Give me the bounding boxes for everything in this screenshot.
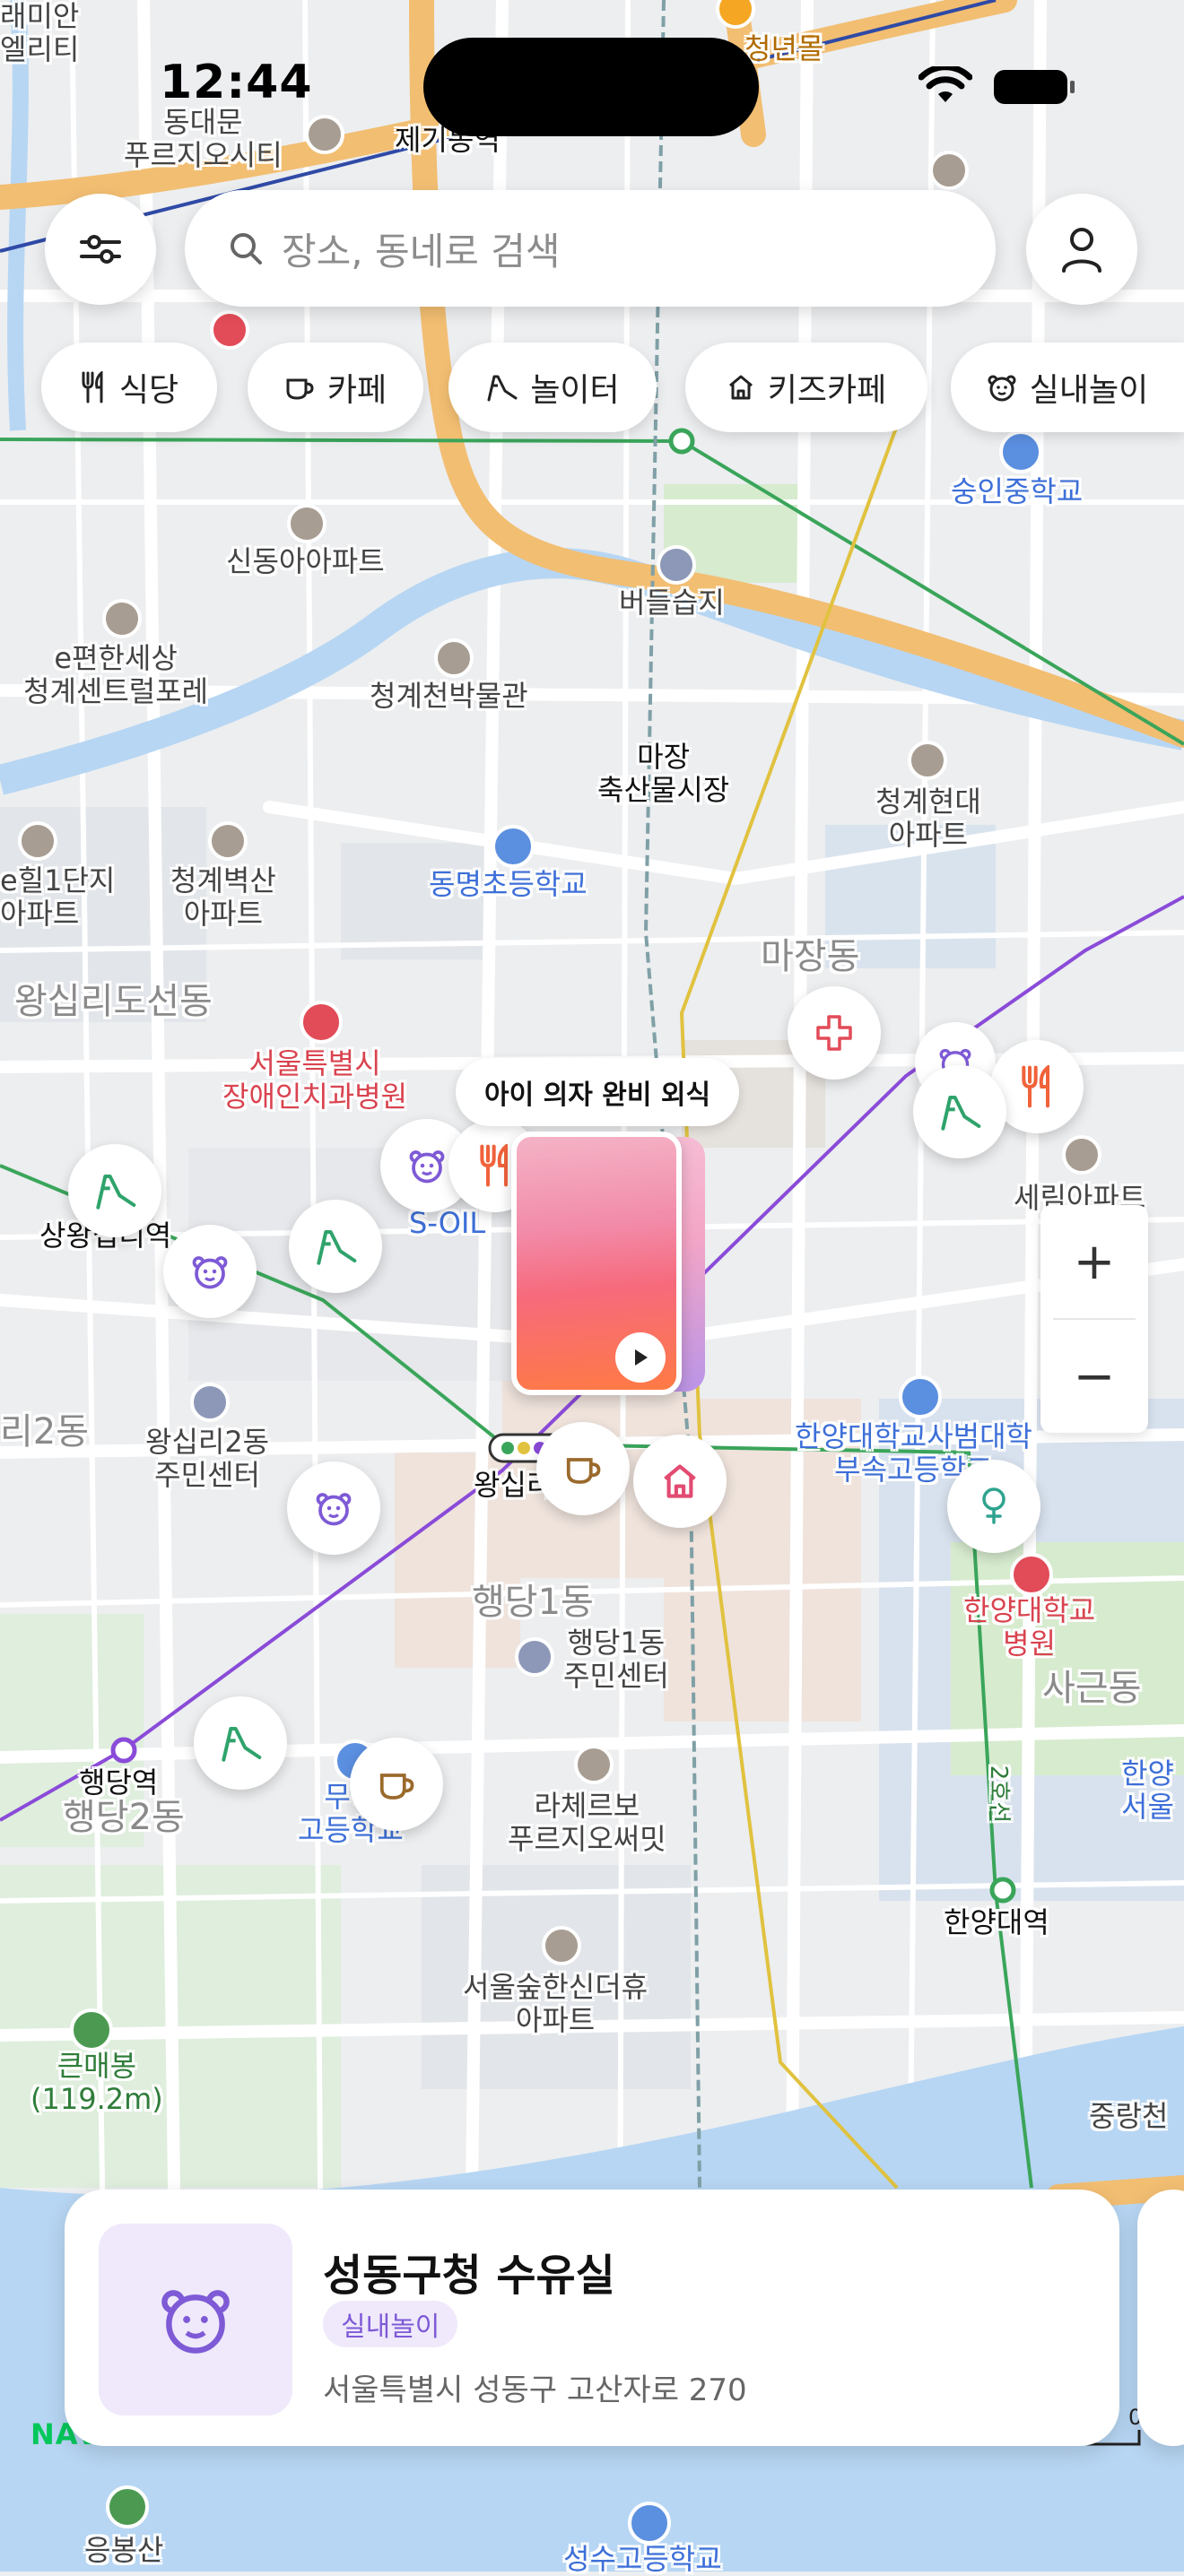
map-label: 숭인중학교	[951, 474, 1084, 508]
video-card-front[interactable]	[511, 1132, 682, 1395]
map-marker-nursing-room[interactable]	[947, 1460, 1040, 1553]
house-icon	[728, 375, 753, 400]
map-label: 청계천박물관	[370, 679, 528, 713]
map-label: 행당역	[79, 1765, 159, 1800]
map-label: e편한세상 청계센트럴포레	[23, 641, 209, 708]
map-marker-cafe[interactable]	[536, 1422, 630, 1515]
slide-icon	[941, 1096, 981, 1131]
map-marker-playground[interactable]	[194, 1696, 287, 1790]
map-marker-indoor[interactable]	[287, 1461, 380, 1555]
coffee-cup-icon	[566, 1458, 601, 1484]
search-icon	[231, 233, 262, 265]
map-label: e힐1단지 아파트	[0, 863, 116, 931]
status-time: 12:44	[160, 56, 313, 109]
place-thumbnail	[99, 2224, 292, 2416]
featured-tooltip: 아이 의자 완비 외식	[456, 1058, 740, 1126]
map-marker-kidscafe[interactable]	[633, 1435, 727, 1528]
map-label: 버들습지	[619, 585, 725, 620]
map-label: 중랑천	[1089, 2099, 1169, 2133]
map-label: 서울숲한신더휴 아파트	[463, 1970, 649, 2037]
dynamic-island	[423, 38, 759, 136]
map-label: 마장동	[761, 936, 860, 977]
zoom-controls: + −	[1040, 1205, 1148, 1433]
map-label: 한양대역	[944, 1905, 1049, 1939]
slide-icon	[487, 375, 518, 402]
map-label: 왕십리2동 주민센터	[145, 1425, 270, 1492]
chip-label: 식당	[118, 372, 179, 409]
category-badge: 실내놀이	[323, 2301, 458, 2347]
chip-indoor[interactable]: 실내놀이	[951, 343, 1184, 432]
slide-icon	[96, 1175, 136, 1210]
map-label: 사근동	[1042, 1668, 1142, 1709]
map-label: 청계현대 아파트	[875, 785, 981, 852]
map-label: 행당1동	[472, 1582, 594, 1623]
map-label: 성수고등학교	[563, 2542, 722, 2576]
map-label: 라체르보 푸르지오써밋	[508, 1789, 666, 1856]
map-label: 동명초등학교	[429, 867, 588, 901]
bear-icon	[988, 375, 1016, 402]
fork-knife-icon	[1022, 1065, 1049, 1108]
search-placeholder: 장소, 동네로 검색	[282, 229, 561, 273]
chip-cafe[interactable]: 카페	[248, 343, 423, 432]
slide-icon	[222, 1727, 262, 1762]
chip-label: 놀이터	[530, 372, 620, 409]
search-input[interactable]: 장소, 동네로 검색	[185, 190, 996, 307]
place-address: 서울특별시 성동구 고산자로 270	[323, 2372, 747, 2408]
map-label: 신동아아파트	[226, 544, 385, 578]
map-label: 서울특별시 장애인치과병원	[222, 1046, 408, 1114]
map-label: 마장 축산물시장	[597, 740, 730, 807]
map-marker-indoor[interactable]	[163, 1225, 257, 1318]
chip-label: 키즈카페	[767, 372, 887, 409]
map-label: 행당1동 주민센터	[563, 1626, 669, 1693]
filter-settings-button[interactable]	[45, 194, 156, 305]
wifi-icon	[918, 66, 972, 102]
status-bar: 12:44	[0, 0, 1184, 170]
bear-icon	[409, 1150, 445, 1184]
chip-label: 카페	[326, 372, 387, 409]
map-marker-playground[interactable]	[289, 1200, 382, 1293]
bear-icon	[192, 1256, 228, 1289]
featured-video-card[interactable]	[511, 1132, 712, 1397]
chip-kidscafe[interactable]: 키즈카페	[685, 343, 927, 432]
chip-playground[interactable]: 놀이터	[448, 343, 657, 432]
place-card[interactable]: 성동구청 수유실 실내놀이 서울특별시 성동구 고산자로 270	[65, 2190, 1119, 2446]
map-label: 왕십리도선동	[14, 981, 213, 1022]
coffee-cup-icon	[286, 378, 314, 400]
map-marker-cafe[interactable]	[350, 1738, 443, 1831]
bear-icon	[161, 2290, 230, 2354]
map-marker-playground[interactable]	[913, 1065, 1006, 1158]
medical-cross-icon	[816, 1015, 852, 1051]
play-button[interactable]	[615, 1332, 666, 1383]
zoom-in-button[interactable]: +	[1040, 1205, 1148, 1318]
chip-restaurant[interactable]: 식당	[41, 343, 217, 432]
fork-knife-icon	[480, 1144, 508, 1187]
sliders-icon	[80, 235, 121, 264]
play-icon	[635, 1349, 648, 1366]
slide-icon	[317, 1230, 357, 1265]
coffee-cup-icon	[379, 1774, 414, 1800]
map-label: 행당2동	[63, 1797, 185, 1838]
map-label: 한양대학교 병원	[963, 1593, 1096, 1661]
pin-icon	[982, 1487, 1006, 1524]
map-label: 한양 서울	[1121, 1756, 1174, 1824]
bear-icon	[316, 1493, 352, 1526]
fork-knife-icon	[82, 371, 103, 403]
map-label: 응봉산	[84, 2533, 164, 2567]
profile-button[interactable]	[1026, 194, 1137, 305]
battery-icon	[994, 70, 1075, 104]
map-marker-hospital[interactable]	[788, 986, 881, 1080]
zoom-out-button[interactable]: −	[1040, 1320, 1148, 1433]
map-label: 청계벽산 아파트	[170, 863, 276, 931]
user-icon	[1062, 228, 1101, 273]
map-label: 리2동	[0, 1411, 90, 1453]
place-name: 성동구청 수유실	[323, 2251, 615, 2301]
house-icon	[664, 1464, 696, 1498]
map-label: 2호선	[985, 1765, 1013, 1824]
next-place-card[interactable]	[1137, 2190, 1184, 2446]
map-label: 큰매봉 (119.2m)	[30, 2049, 163, 2116]
chip-label: 실내놀이	[1029, 372, 1149, 409]
map-marker-playground[interactable]	[68, 1144, 161, 1237]
